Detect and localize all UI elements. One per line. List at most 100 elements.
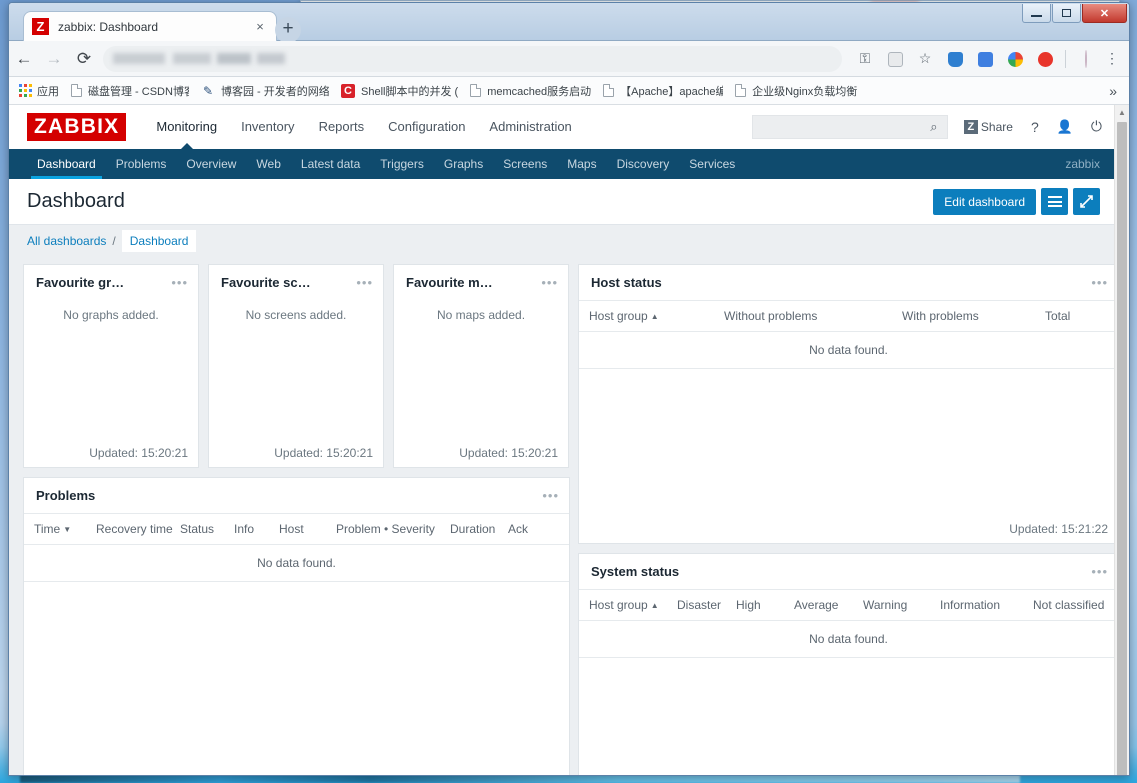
widget-menu-icon[interactable]: ••• (542, 489, 559, 502)
edit-dashboard-button[interactable]: Edit dashboard (933, 188, 1036, 215)
widget-menu-icon[interactable]: ••• (171, 276, 188, 289)
page-scrollbar[interactable]: ▲ (1114, 105, 1129, 775)
column-total[interactable]: Total (1045, 309, 1070, 323)
column-with-problems[interactable]: With problems (902, 309, 1045, 323)
tab-dashboard[interactable]: Dashboard (27, 149, 106, 179)
column-time[interactable]: Time ▼ (34, 522, 96, 536)
column-host-group[interactable]: Host group ▲ (589, 598, 677, 612)
fullscreen-button[interactable] (1073, 188, 1100, 215)
bookmark-label: 应用 (37, 85, 59, 98)
tab-screens[interactable]: Screens (493, 149, 557, 179)
widget-header: Host status ••• (579, 265, 1114, 300)
logged-in-user[interactable]: zabbix (1065, 149, 1114, 179)
user-icon[interactable]: 👤 (1057, 119, 1073, 135)
breadcrumb-all-dashboards[interactable]: All dashboards (27, 234, 106, 248)
sort-asc-icon: ▲ (650, 601, 659, 610)
help-icon[interactable]: ? (1031, 119, 1039, 135)
minimize-button[interactable] (1022, 4, 1051, 23)
bookmark-item[interactable]: memcached服务启动 (470, 83, 591, 99)
tab-discovery[interactable]: Discovery (607, 149, 680, 179)
scrollbar-thumb[interactable] (1117, 122, 1127, 775)
forward-button[interactable]: → (39, 49, 69, 69)
star-icon[interactable]: ☆ (910, 50, 940, 67)
widget-menu-icon[interactable]: ••• (1091, 276, 1108, 289)
bookmark-item[interactable]: 【Apache】apache编 (603, 83, 723, 99)
widget-updated: Updated: 15:21:22 (1009, 522, 1108, 536)
widget-body-space (579, 658, 1114, 775)
bookmark-item[interactable]: 企业级Nginx负载均衡 (735, 83, 857, 99)
weibo-extension-icon[interactable] (1030, 50, 1060, 67)
search-input[interactable] (758, 119, 927, 134)
tab-maps[interactable]: Maps (557, 149, 606, 179)
widget-body-space (209, 332, 383, 440)
column-info[interactable]: Info (234, 522, 279, 536)
shield-extension-icon[interactable] (940, 50, 970, 67)
column-status[interactable]: Status (180, 522, 234, 536)
column-problem-severity[interactable]: Problem • Severity (336, 522, 450, 536)
widget-header: Favourite sc… ••• (209, 265, 383, 300)
widget-menu-icon[interactable]: ••• (356, 276, 373, 289)
widget-menu-icon[interactable]: ••• (541, 276, 558, 289)
column-host[interactable]: Host (279, 522, 336, 536)
nav-item-configuration[interactable]: Configuration (376, 111, 477, 142)
tab-web[interactable]: Web (246, 149, 290, 179)
signout-icon[interactable]: ⏻ (1091, 118, 1102, 135)
tab-graphs[interactable]: Graphs (434, 149, 493, 179)
key-icon[interactable]: ⚿ (850, 50, 880, 67)
bookmark-item[interactable]: ✎ 博客园 - 开发者的网络 (201, 83, 329, 99)
maximize-icon (1062, 9, 1071, 17)
widget-menu-icon[interactable]: ••• (1091, 565, 1108, 578)
tab-latest-data[interactable]: Latest data (291, 149, 370, 179)
nav-item-monitoring[interactable]: Monitoring (144, 111, 229, 142)
column-not-classified[interactable]: Not classified (1033, 598, 1104, 612)
chrome-ring-extension-icon[interactable] (1000, 50, 1030, 67)
translate-icon[interactable] (880, 50, 910, 67)
search-icon[interactable]: ⌕ (927, 119, 941, 135)
close-window-button[interactable]: ✕ (1082, 4, 1127, 23)
widget-body-space (24, 582, 569, 775)
dashboard-column-right: Host status ••• Host group ▲ Without prob… (578, 264, 1114, 775)
tab-overview[interactable]: Overview (176, 149, 246, 179)
zabbix-logo[interactable]: ZABBIX (27, 112, 127, 141)
column-without-problems[interactable]: Without problems (724, 309, 902, 323)
bookmark-label: memcached服务启动 (487, 85, 592, 98)
global-search[interactable]: ⌕ (751, 114, 948, 139)
bookmarks-overflow-icon[interactable]: » (1109, 83, 1117, 99)
column-disaster[interactable]: Disaster (677, 598, 736, 612)
bookmark-apps[interactable]: 应用 (19, 83, 59, 99)
back-button[interactable]: ← (9, 49, 39, 69)
close-tab-icon[interactable]: × (252, 19, 268, 35)
nav-item-administration[interactable]: Administration (477, 111, 583, 142)
widget-title: Favourite sc… (221, 275, 311, 290)
new-tab-button[interactable]: + (275, 17, 301, 43)
column-average[interactable]: Average (794, 598, 863, 612)
tab-services[interactable]: Services (679, 149, 745, 179)
column-information[interactable]: Information (940, 598, 1033, 612)
tab-triggers[interactable]: Triggers (370, 149, 434, 179)
column-ack[interactable]: Ack (508, 522, 528, 536)
nav-item-inventory[interactable]: Inventory (229, 111, 306, 142)
bookmark-item[interactable]: C Shell脚本中的并发 ( (341, 83, 458, 99)
no-data-message: No data found. (579, 332, 1114, 369)
dashboard-menu-button[interactable] (1041, 188, 1068, 215)
reload-button[interactable]: ⟳ (69, 49, 99, 69)
column-host-group[interactable]: Host group ▲ (589, 309, 724, 323)
column-duration[interactable]: Duration (450, 522, 508, 536)
nav-item-reports[interactable]: Reports (307, 111, 377, 142)
maximize-button[interactable] (1052, 4, 1081, 23)
widget-title: System status (591, 564, 680, 579)
column-high[interactable]: High (736, 598, 794, 612)
column-recovery-time[interactable]: Recovery time (96, 522, 180, 536)
kebab-menu-icon[interactable]: ⋮ (1101, 50, 1123, 67)
toolbar-icon-group: ⚿ ☆ ⋮ (850, 49, 1129, 68)
google-translate-extension-icon[interactable] (970, 50, 1000, 67)
tab-problems[interactable]: Problems (106, 149, 177, 179)
share-button[interactable]: Z Share (963, 119, 1013, 134)
column-warning[interactable]: Warning (863, 598, 940, 612)
bookmark-item[interactable]: 磁盘管理 - CSDN博客 (71, 83, 189, 99)
address-bar[interactable] (103, 45, 842, 72)
avatar[interactable] (1071, 49, 1101, 68)
browser-tab[interactable]: Z zabbix: Dashboard × (23, 11, 277, 41)
scroll-up-arrow-icon[interactable]: ▲ (1115, 105, 1129, 120)
breadcrumb-current[interactable]: Dashboard (121, 229, 197, 252)
